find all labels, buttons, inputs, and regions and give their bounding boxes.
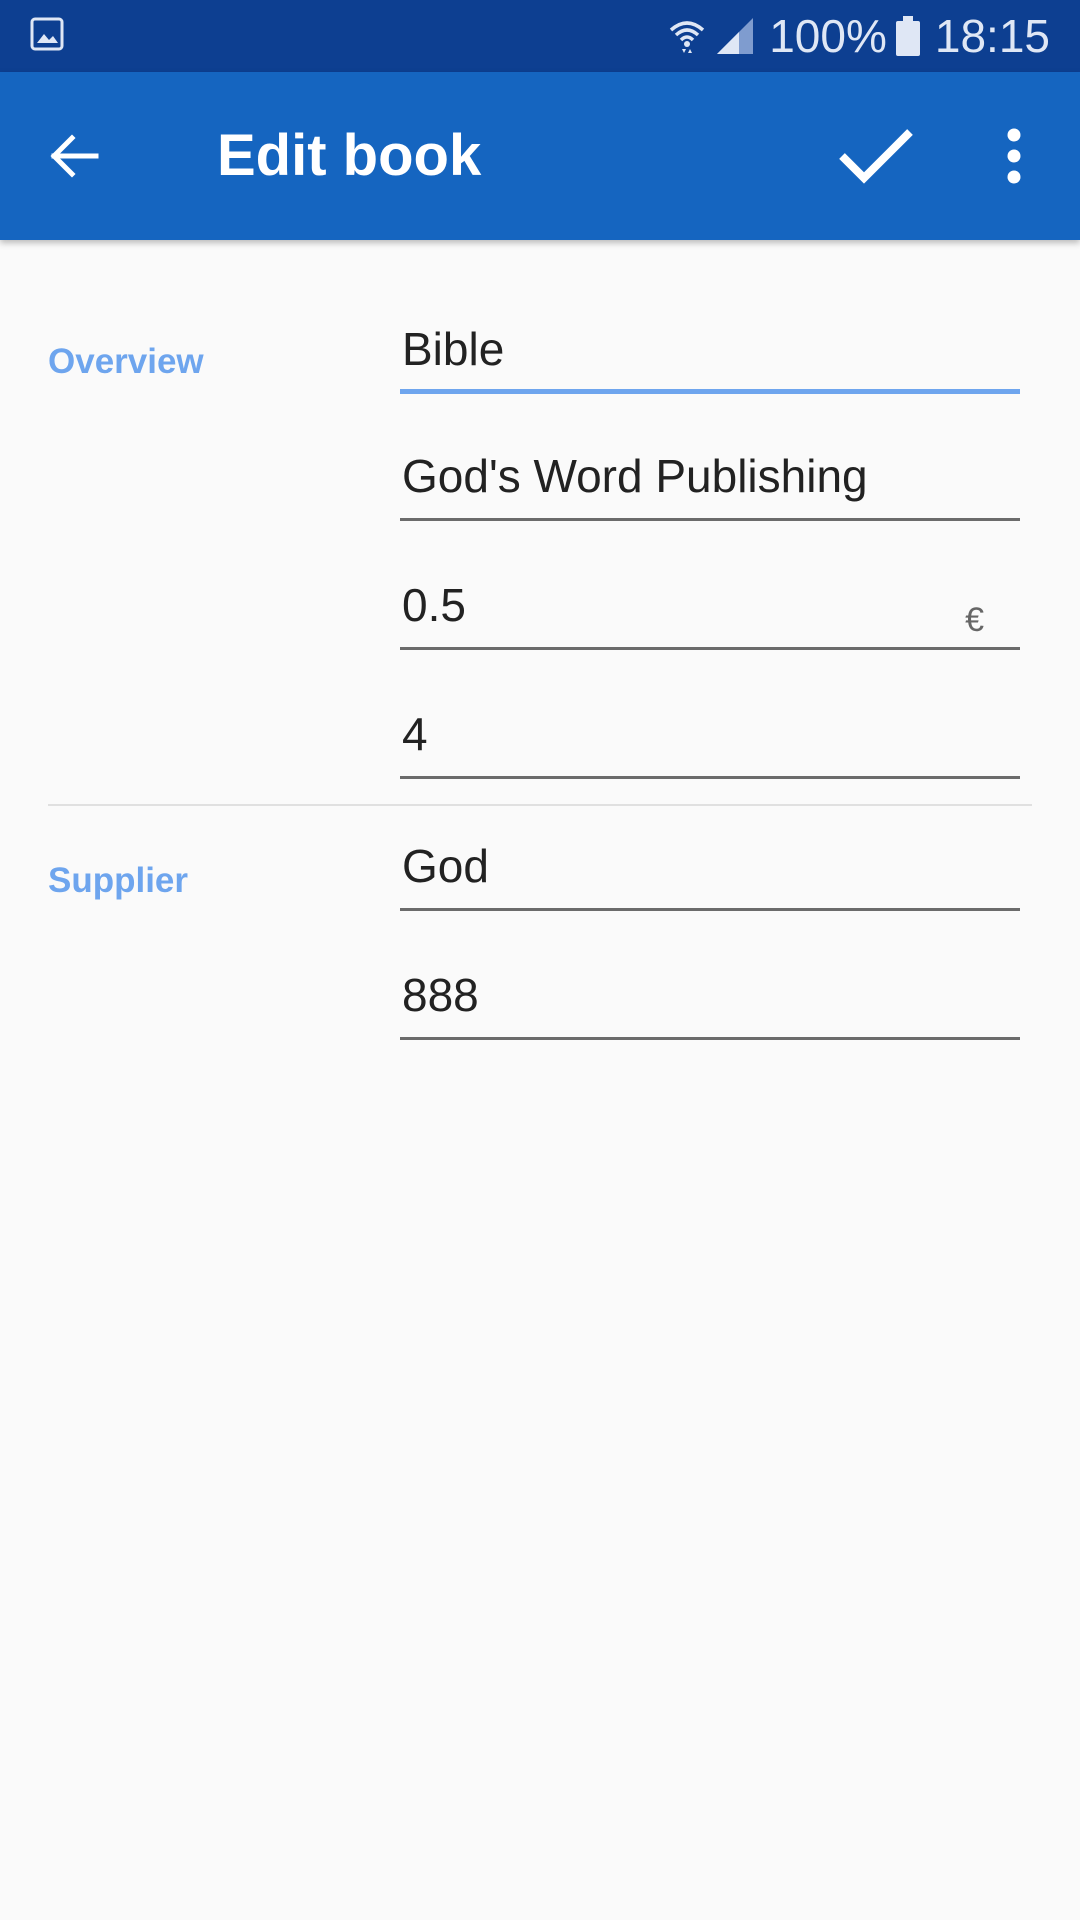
battery-icon (895, 16, 920, 56)
supplier-code-field-underline (400, 1037, 1020, 1040)
save-button[interactable] (826, 112, 926, 200)
supplier-name-field-underline (400, 908, 1020, 911)
publisher-field-underline (400, 518, 1020, 521)
arrow-back-icon (50, 134, 99, 178)
status-right-group: 100% 18:15 (667, 0, 1050, 72)
title-field[interactable]: Bible (400, 304, 1020, 394)
price-field-underline (400, 647, 1020, 650)
clock: 18:15 (934, 10, 1050, 62)
supplier-name-field-value: God (402, 840, 489, 892)
section-divider (48, 804, 1032, 806)
price-field-value: 0.5 (402, 579, 466, 631)
quantity-field-value: 4 (402, 708, 428, 760)
title-field-underline (400, 389, 1020, 394)
supplier-name-field[interactable]: God (400, 821, 1020, 911)
status-bar: 100% 18:15 (0, 0, 1080, 72)
quantity-field-underline (400, 776, 1020, 779)
title-field-value: Bible (402, 323, 505, 375)
publisher-field-value: God's Word Publishing (402, 450, 868, 502)
currency-suffix: € (965, 601, 984, 639)
back-button[interactable] (30, 112, 118, 200)
app-bar: Edit book (0, 72, 1080, 240)
more-vert-icon (1007, 128, 1021, 184)
price-field[interactable]: 0.5 € (400, 560, 1020, 650)
supplier-code-field-value: 888 (402, 969, 479, 1021)
overview-section-label: Overview (48, 342, 204, 381)
quantity-field[interactable]: 4 (400, 689, 1020, 779)
check-icon (839, 129, 913, 184)
wifi-icon (670, 21, 705, 53)
signal-icon (717, 18, 754, 54)
gallery-icon (30, 17, 64, 51)
supplier-section-label: Supplier (48, 861, 189, 900)
supplier-code-field[interactable]: 888 (400, 950, 1020, 1040)
battery-percent: 100% (769, 10, 887, 62)
page-title: Edit book (217, 123, 482, 188)
publisher-field[interactable]: God's Word Publishing (400, 431, 1020, 521)
more-options-button[interactable] (974, 112, 1054, 200)
